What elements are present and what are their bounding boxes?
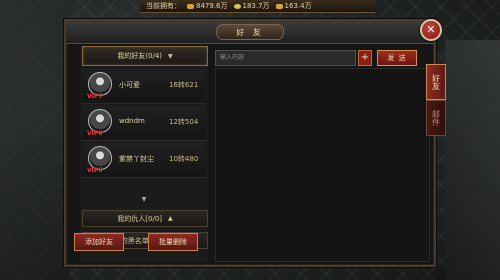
ingot-amount: 183.7万: [242, 2, 270, 10]
my-friends-group-header[interactable]: 我的好友(0/4) ▼: [82, 46, 208, 66]
ingot-icon: [233, 3, 241, 9]
caret-down-icon: ▼: [168, 52, 173, 60]
world-wall-right: [445, 40, 500, 280]
friend-name: wdndm: [119, 117, 145, 125]
friend-name: 紫禁丫封尘: [119, 155, 154, 163]
friend-level: 12转504: [169, 118, 199, 126]
friend-actions: 添加好友 批量删除: [74, 233, 198, 251]
friends-panel: 我的好友(0/4) ▼ VIP7 小可爱 16转621 VIP6 wdndm 1…: [80, 46, 208, 262]
friend-name: 小可爱: [119, 81, 140, 89]
gold-amount: 8479.6万: [196, 2, 228, 10]
friend-list: VIP7 小可爱 16转621 VIP6 wdndm 12转504 VIP6 紫…: [80, 69, 208, 178]
bound-gold-icon: [275, 3, 283, 9]
add-friend-button[interactable]: 添加好友: [74, 233, 124, 251]
chat-history: [215, 68, 430, 262]
gold-currency: 8479.6万: [187, 1, 228, 11]
send-button[interactable]: 发 送: [377, 50, 417, 66]
vip-badge: VIP6: [87, 167, 103, 174]
vip-badge: VIP6: [87, 130, 103, 137]
scroll-down-icon[interactable]: ▼: [80, 196, 208, 203]
window-title: 好 友: [216, 24, 284, 40]
gold-icon: [187, 3, 194, 9]
friend-level: 16转621: [169, 81, 199, 89]
world-wall-left: [0, 0, 70, 280]
plus-icon[interactable]: +: [358, 50, 372, 66]
currency-label: 当前拥有：: [146, 2, 181, 10]
tab-mail-label: 邮件: [431, 110, 441, 126]
tab-friends-label: 好友: [431, 74, 441, 90]
batch-delete-button[interactable]: 批量删除: [148, 233, 198, 251]
friend-row[interactable]: VIP6 紫禁丫封尘 10转480: [82, 143, 206, 178]
tab-friends[interactable]: 好友: [426, 64, 446, 100]
friends-window: 好 友 ✕ 我的好友(0/4) ▼ VIP7 小可爱 16转621 VIP6 w…: [64, 19, 442, 267]
friend-row[interactable]: VIP6 wdndm 12转504: [82, 106, 206, 141]
friend-row[interactable]: VIP7 小可爱 16转621: [82, 69, 206, 104]
currency-bar: 当前拥有： 8479.6万 183.7万 163.4万: [140, 0, 376, 13]
enemies-label: 我的仇人[0/0]: [117, 214, 163, 223]
tab-mail[interactable]: 邮件: [426, 100, 446, 136]
caret-up-icon: ▲: [168, 215, 173, 222]
bound-gold-currency: 163.4万: [275, 1, 312, 11]
enemies-group-header[interactable]: 我的仇人[0/0] ▲: [82, 210, 208, 227]
chat-input[interactable]: 输入内容: [215, 50, 356, 66]
friend-level: 10转480: [169, 155, 199, 163]
close-icon[interactable]: ✕: [420, 19, 442, 41]
window-titlebar: 好 友: [66, 21, 434, 44]
vip-badge: VIP7: [87, 93, 103, 100]
my-friends-label: 我的好友(0/4): [117, 52, 163, 60]
bound-gold-amount: 163.4万: [284, 2, 312, 10]
ingot-currency: 183.7万: [233, 1, 270, 11]
